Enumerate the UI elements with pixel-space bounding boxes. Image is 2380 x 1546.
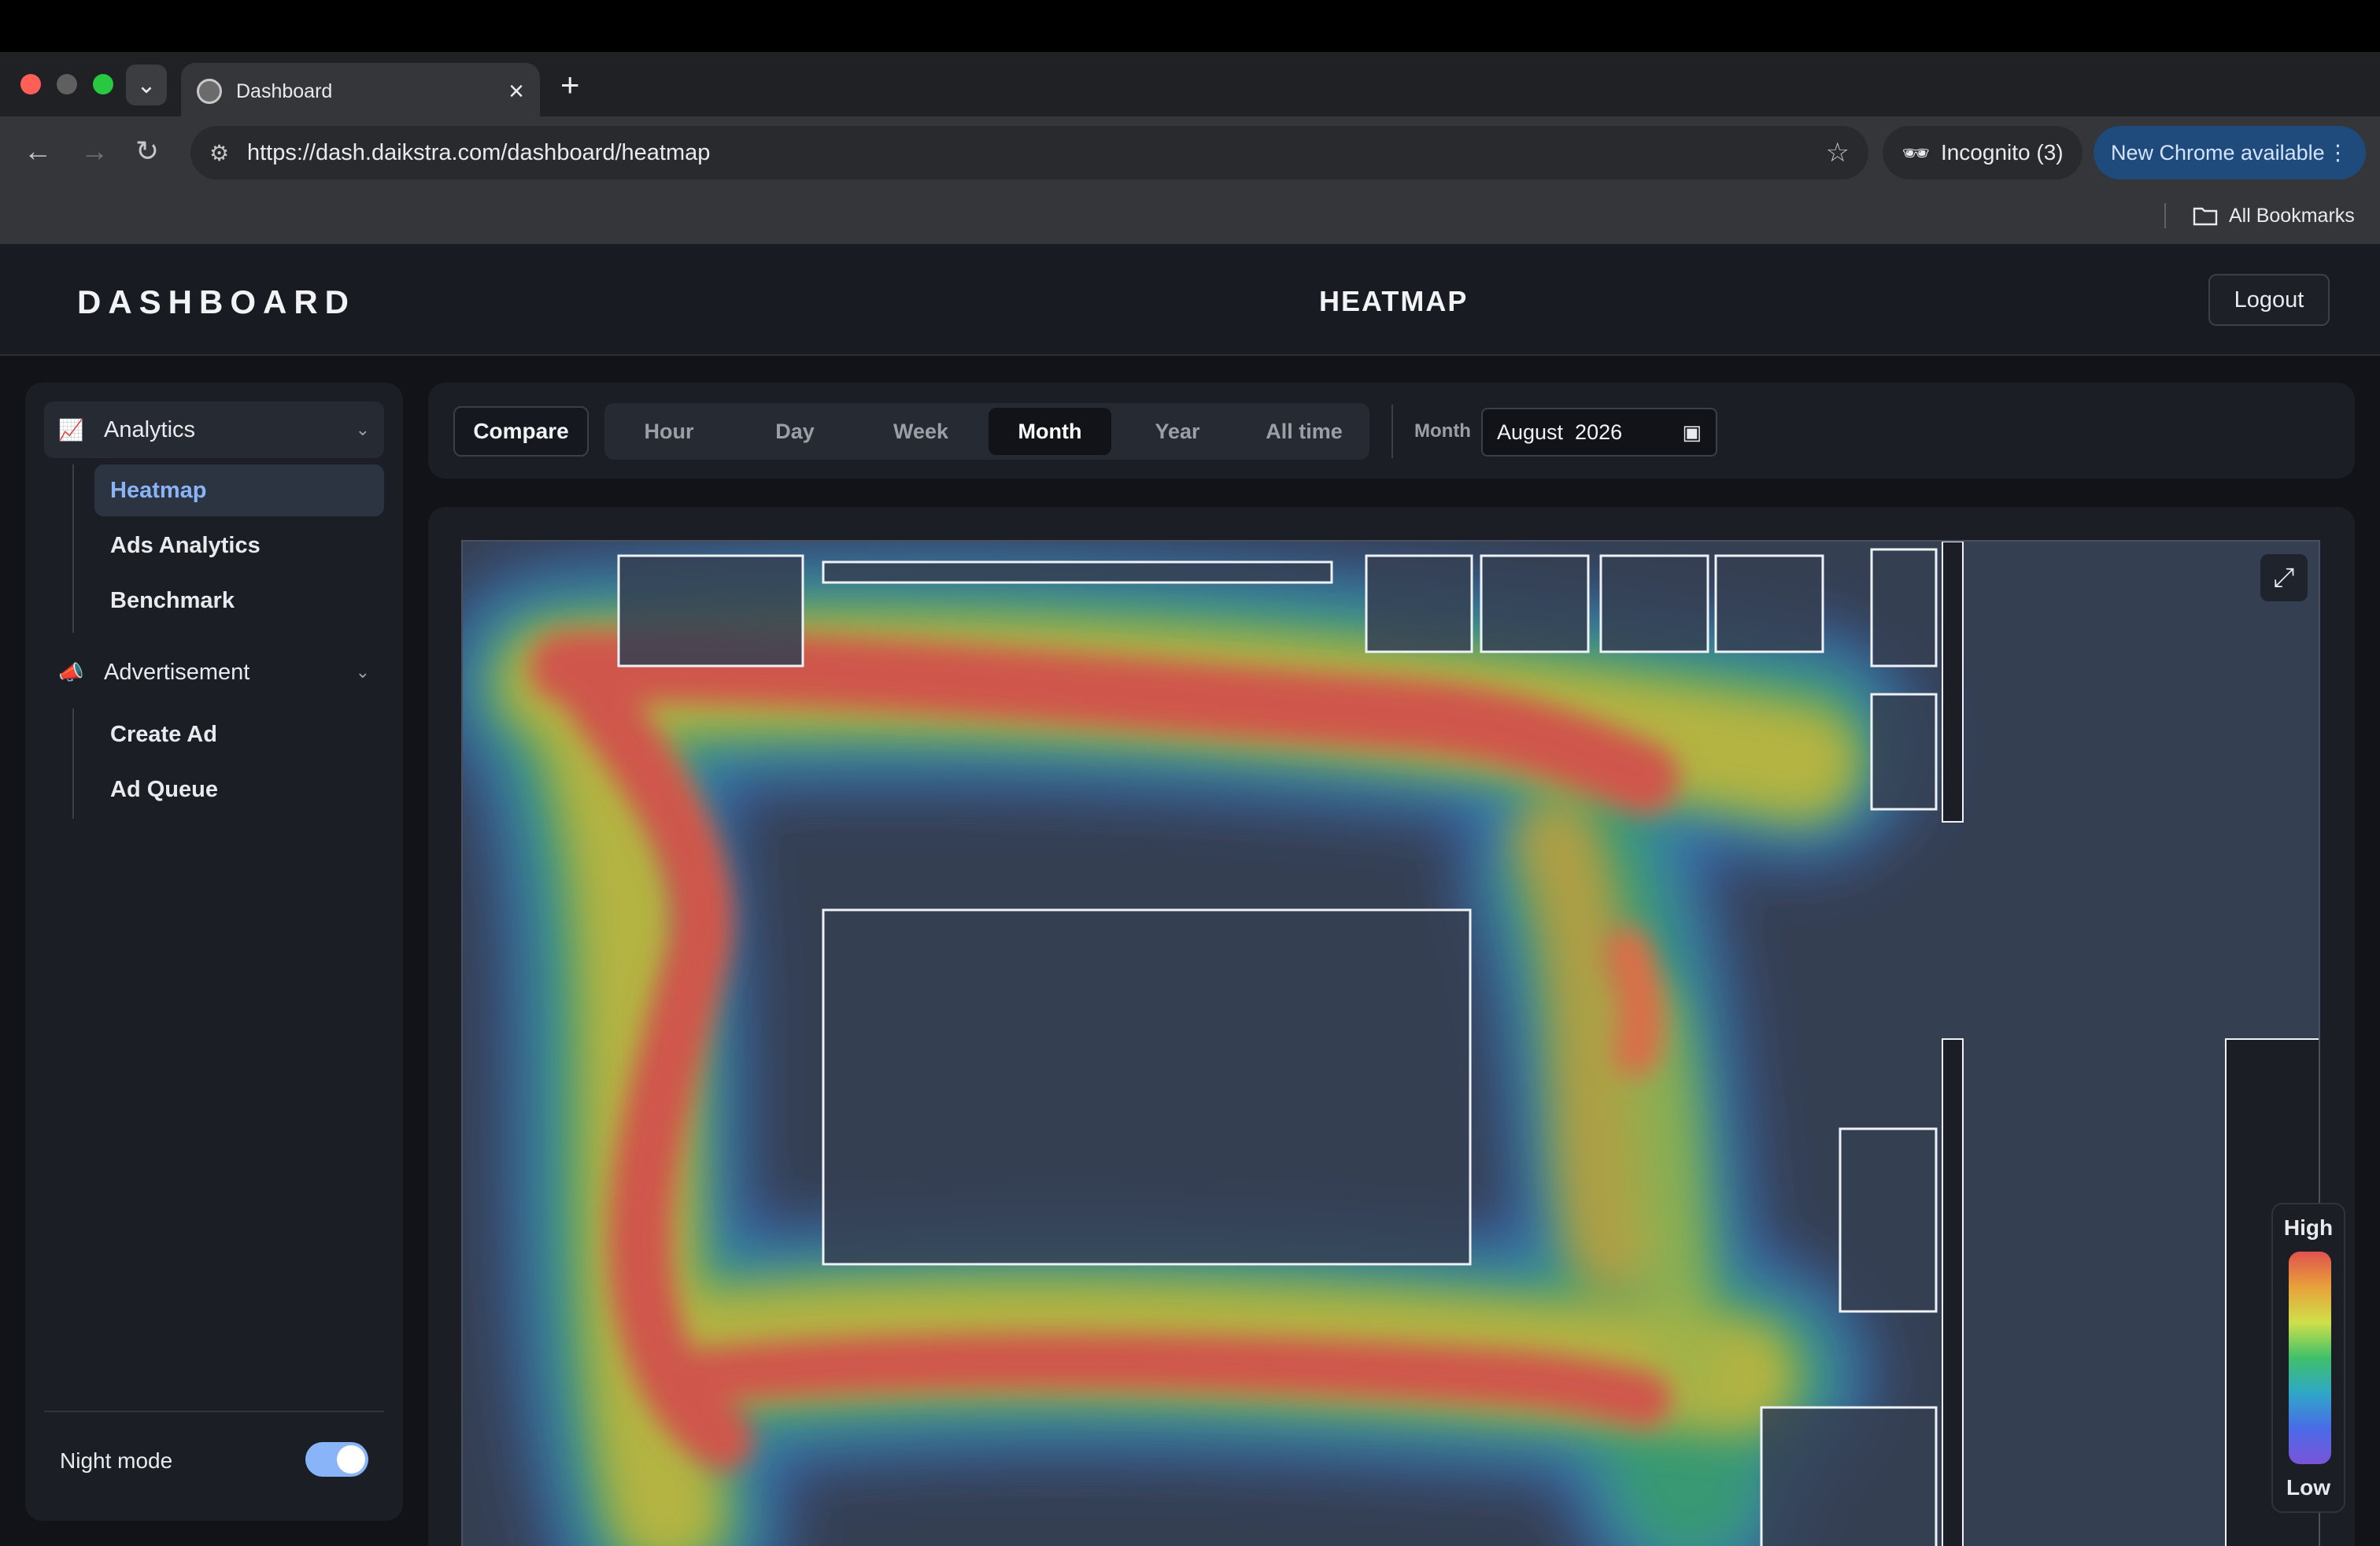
new-tab-button[interactable]: +: [560, 66, 580, 104]
new-chrome-available-button[interactable]: New Chrome available ⋮: [2094, 126, 2366, 179]
sidebar-group-advertisement[interactable]: 📣 Advertisement ⌄: [44, 644, 384, 701]
close-icon[interactable]: ×: [508, 78, 524, 105]
fixture-shelf: [1599, 554, 1709, 653]
compare-button[interactable]: Compare: [453, 406, 589, 457]
legend-gradient: [2289, 1252, 2331, 1464]
sidebar-item-benchmark[interactable]: Benchmark: [94, 575, 384, 627]
address-bar[interactable]: ⚙ https://dash.daikstra.com/dashboard/he…: [190, 126, 1868, 179]
maximize-window-button[interactable]: [93, 74, 113, 94]
fixture-shelf: [1839, 1127, 1938, 1313]
fixture-shelf: [1714, 554, 1824, 653]
heatmap-svg: [463, 542, 2319, 1546]
range-week[interactable]: Week: [861, 408, 981, 455]
expand-icon: ⤢: [2273, 562, 2295, 593]
brand-logo: DASHBOARD: [77, 283, 356, 320]
range-all-time[interactable]: All time: [1244, 408, 1365, 455]
sidebar-group-label: Advertisement: [104, 659, 250, 685]
sidebar-item-heatmap[interactable]: Heatmap: [94, 464, 384, 516]
update-label: New Chrome available: [2111, 140, 2325, 165]
fixture-shelf: [1365, 554, 1473, 653]
fixture-shelf: [1480, 554, 1590, 653]
fixture-shelf: [1870, 548, 1938, 668]
chevron-down-icon: ⌄: [355, 420, 370, 439]
folder-icon: [2193, 207, 2218, 226]
tab-title: Dashboard: [236, 80, 333, 102]
chevron-down-icon: ⌄: [355, 662, 370, 682]
legend-high-label: High: [2283, 1215, 2334, 1240]
chevron-down-icon: ⌄: [136, 72, 157, 98]
range-month[interactable]: Month: [989, 408, 1111, 455]
range-year[interactable]: Year: [1118, 408, 1237, 455]
range-selector: Hour Day Week Month Year All time: [604, 403, 1369, 460]
site-settings-icon[interactable]: ⚙: [209, 140, 247, 166]
reload-icon[interactable]: ↻: [135, 135, 159, 167]
calendar-icon[interactable]: ▣: [1682, 420, 1702, 445]
heatmap-canvas[interactable]: [461, 540, 2320, 1546]
range-hour[interactable]: Hour: [609, 408, 729, 455]
tab-search-button[interactable]: ⌄: [126, 65, 167, 105]
all-bookmarks-button[interactable]: All Bookmarks: [2193, 202, 2355, 230]
incognito-indicator[interactable]: 🕶 Incognito (3): [1883, 126, 2082, 179]
fixture-shelf: [1870, 693, 1938, 811]
url-text[interactable]: https://dash.daikstra.com/dashboard/heat…: [247, 140, 1826, 166]
all-bookmarks-label: All Bookmarks: [2229, 204, 2355, 227]
app-header: DASHBOARD HEATMAP Logout: [0, 244, 2380, 356]
sidebar-tree-line: [72, 708, 74, 819]
close-window-button[interactable]: [20, 74, 41, 94]
fixture-shelf: [617, 554, 804, 668]
filter-separator: [1391, 405, 1393, 458]
sidebar-divider: [44, 1411, 384, 1412]
sidebar-item-create-ad[interactable]: Create Ad: [94, 708, 384, 760]
fixture-counter: [822, 560, 1333, 584]
sidebar-tree-line: [72, 464, 74, 633]
incognito-label: Incognito (3): [1940, 140, 2064, 165]
fixture-center-island: [822, 908, 1472, 1266]
page-title: HEATMAP: [1319, 285, 1469, 317]
megaphone-icon: 📣: [58, 660, 84, 684]
filter-bar: Compare Hour Day Week Month Year All tim…: [428, 383, 2355, 479]
incognito-icon: 🕶: [1901, 140, 1930, 165]
legend-low-label: Low: [2286, 1475, 2330, 1500]
toggle-knob: [337, 1445, 365, 1474]
analytics-chart-icon: 📈: [58, 417, 84, 442]
favicon-icon: [197, 79, 222, 104]
bookmarks-bar: [0, 187, 2380, 244]
sidebar-item-ad-queue[interactable]: Ad Queue: [94, 764, 384, 816]
sidebar-group-label: Analytics: [104, 416, 196, 442]
walls: [1942, 542, 2319, 1546]
month-label: Month: [1414, 420, 1471, 442]
wall-segment: [1942, 542, 1964, 823]
fixture-shelf: [1760, 1406, 1938, 1546]
minimize-window-button[interactable]: [57, 74, 77, 94]
back-icon[interactable]: ←: [24, 135, 52, 167]
sidebar-item-ads-analytics[interactable]: Ads Analytics: [94, 520, 384, 571]
tab-dashboard[interactable]: Dashboard ×: [181, 63, 540, 120]
screen-top-bar: [0, 0, 2380, 52]
fullscreen-button[interactable]: ⤢: [2260, 554, 2308, 601]
more-icon[interactable]: ⋮: [2327, 141, 2349, 165]
star-icon[interactable]: ☆: [1826, 137, 1850, 168]
sidebar-group-analytics[interactable]: 📈 Analytics ⌄: [44, 401, 384, 458]
forward-icon[interactable]: →: [80, 135, 109, 167]
wall-segment: [1942, 1038, 1964, 1546]
heat-legend: High Low: [2271, 1203, 2345, 1513]
range-day[interactable]: Day: [735, 408, 855, 455]
month-picker[interactable]: August 2026 ▣: [1481, 408, 1717, 457]
logout-button[interactable]: Logout: [2208, 274, 2330, 326]
night-mode-toggle[interactable]: [305, 1442, 368, 1477]
night-mode-label: Night mode: [60, 1448, 173, 1473]
sidebar: 📈 Analytics ⌄ Heatmap Ads Analytics Benc…: [25, 383, 403, 1521]
month-value: August 2026: [1497, 420, 1623, 444]
bookmarks-separator: [2164, 203, 2166, 228]
